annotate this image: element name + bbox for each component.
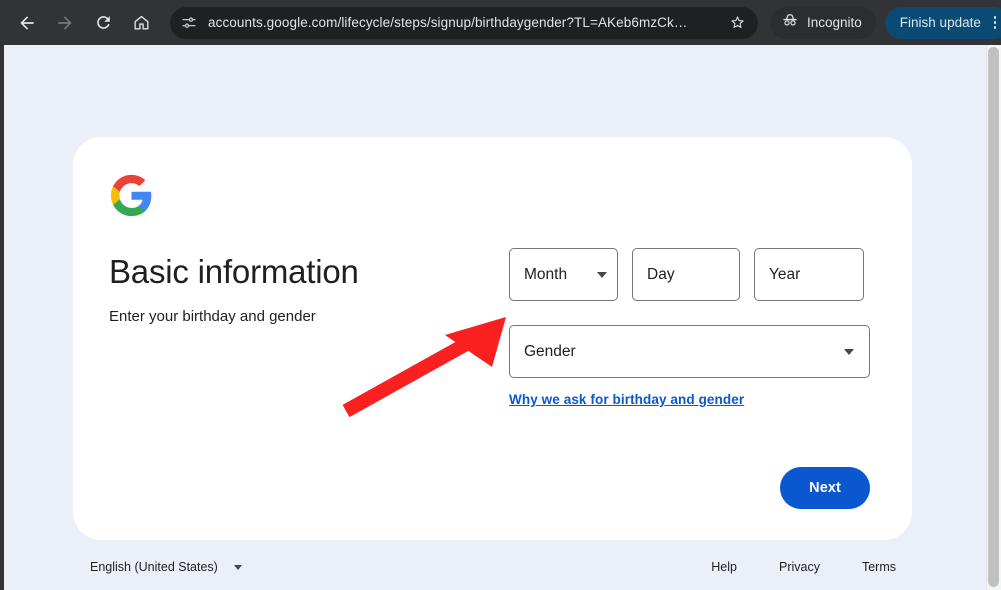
scrollbar-thumb[interactable] [988, 47, 999, 587]
month-label: Month [524, 265, 568, 283]
chevron-down-icon [844, 348, 854, 355]
finish-update-button[interactable]: Finish update [884, 6, 1001, 39]
footer-links: Help Privacy Terms [711, 560, 896, 574]
address-bar-url: accounts.google.com/lifecycle/steps/sign… [208, 15, 688, 30]
page-subtitle: Enter your birthday and gender [109, 308, 316, 325]
back-arrow-icon [20, 15, 34, 30]
page-title: Basic information [109, 253, 359, 290]
card-body: Basic information Enter your birthday an… [109, 248, 870, 509]
kebab-menu-icon[interactable] [987, 14, 1001, 32]
reload-button[interactable] [87, 7, 119, 39]
month-select[interactable]: Month [509, 248, 618, 301]
window-left-edge [0, 45, 4, 590]
page-footer: English (United States) Help Privacy Ter… [73, 560, 912, 574]
vertical-scrollbar[interactable] [986, 45, 1001, 590]
year-label: Year [769, 265, 801, 283]
gender-select[interactable]: Gender [509, 325, 870, 378]
home-button[interactable] [125, 7, 157, 39]
footer-link-terms[interactable]: Terms [862, 560, 896, 574]
finish-update-label: Finish update [899, 15, 981, 30]
google-logo [110, 174, 152, 217]
footer-link-privacy[interactable]: Privacy [779, 560, 820, 574]
chevron-down-icon [597, 271, 607, 278]
forward-button[interactable] [49, 7, 81, 39]
forward-arrow-icon [58, 15, 72, 30]
card-left-column: Basic information Enter your birthday an… [109, 248, 509, 509]
day-label: Day [647, 265, 675, 283]
year-input[interactable]: Year [754, 248, 864, 301]
incognito-indicator[interactable]: Incognito [770, 6, 876, 39]
gender-label: Gender [524, 342, 576, 360]
birthday-fields: Month Day Year [509, 248, 870, 301]
day-input[interactable]: Day [632, 248, 740, 301]
chevron-down-icon [233, 564, 242, 570]
language-label: English (United States) [90, 560, 218, 574]
incognito-label: Incognito [807, 15, 862, 30]
why-we-ask-link[interactable]: Why we ask for birthday and gender [509, 392, 744, 407]
signup-card: Basic information Enter your birthday an… [73, 137, 912, 540]
back-button[interactable] [11, 7, 43, 39]
reload-icon [96, 16, 110, 29]
card-actions: Next [509, 467, 870, 509]
browser-toolbar: accounts.google.com/lifecycle/steps/sign… [0, 0, 1001, 45]
page-viewport: Basic information Enter your birthday an… [0, 45, 1001, 590]
home-icon [133, 15, 149, 30]
incognito-hat-icon [781, 11, 799, 34]
card-right-column: Month Day Year Gender Why we ask for bir… [509, 248, 870, 509]
address-bar[interactable]: accounts.google.com/lifecycle/steps/sign… [170, 6, 758, 39]
language-selector[interactable]: English (United States) [90, 560, 242, 574]
footer-link-help[interactable]: Help [711, 560, 737, 574]
next-button[interactable]: Next [780, 467, 870, 509]
star-icon[interactable] [726, 12, 748, 34]
tune-icon[interactable] [178, 12, 200, 34]
